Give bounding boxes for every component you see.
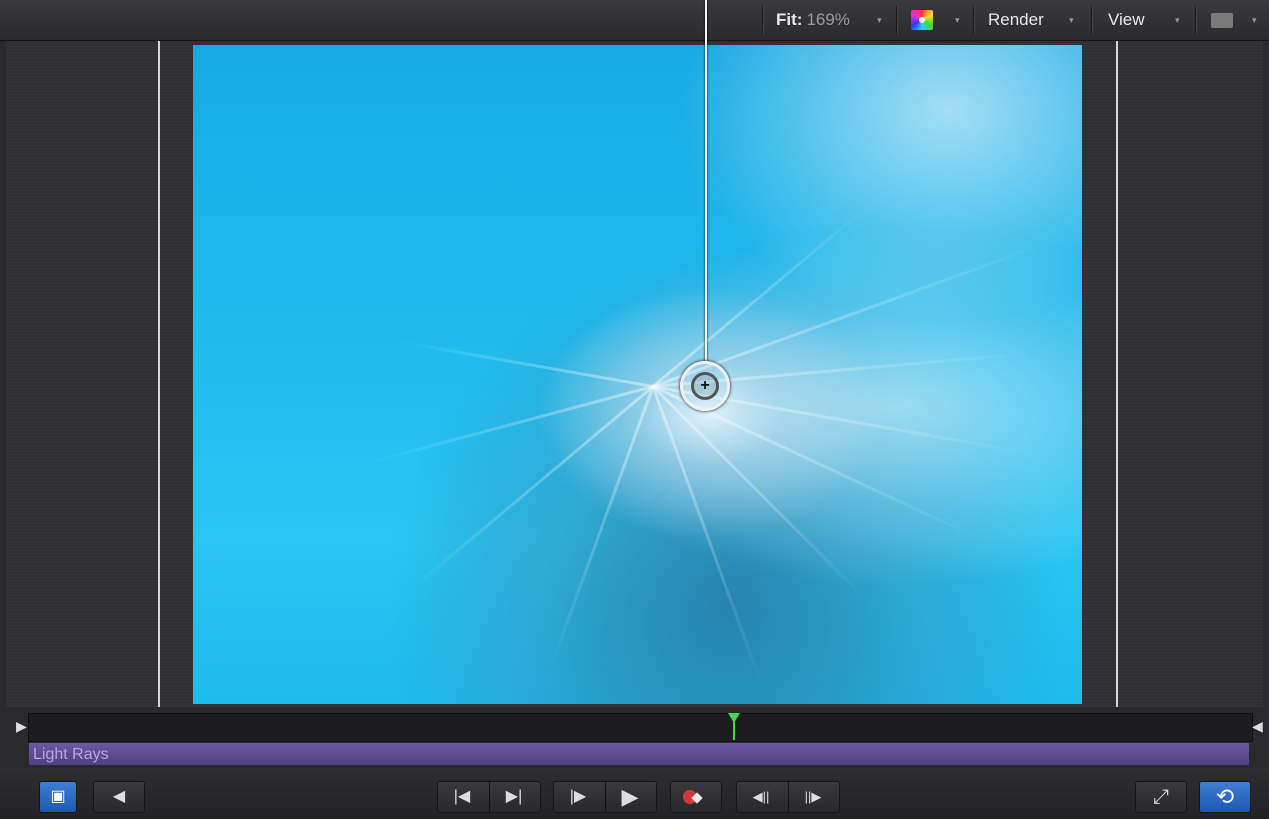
mini-timeline-ruler[interactable] bbox=[28, 713, 1253, 742]
speaker-icon: ◀ bbox=[112, 788, 126, 805]
layout-icon[interactable] bbox=[1211, 13, 1233, 28]
toggle-project-pane-button[interactable]: ▣ bbox=[39, 781, 77, 813]
fullscreen-button[interactable]: ⤢ bbox=[1135, 781, 1187, 813]
center-target-ring: + bbox=[691, 372, 719, 400]
view-dropdown-arrow-icon[interactable]: ▾ bbox=[1175, 0, 1180, 40]
crosshair-icon: + bbox=[700, 377, 710, 394]
color-channels-icon[interactable] bbox=[911, 10, 933, 30]
play-range-in-marker-icon[interactable]: ▶ bbox=[16, 714, 27, 738]
previous-frame-button[interactable]: ◀|| bbox=[737, 782, 785, 812]
play-from-start-button[interactable]: |▶ bbox=[554, 782, 602, 812]
clip-bar-light-rays[interactable]: Light Rays bbox=[28, 742, 1250, 766]
toolbar-divider bbox=[973, 6, 974, 34]
center-onscreen-control[interactable]: + bbox=[680, 361, 730, 411]
onscreen-control-line[interactable] bbox=[705, 0, 707, 362]
playhead-line[interactable] bbox=[733, 720, 735, 740]
pane-toggle-icon: ▣ bbox=[50, 788, 66, 805]
toolbar-divider bbox=[762, 6, 763, 34]
color-dropdown-arrow-icon[interactable]: ▾ bbox=[955, 0, 960, 40]
audio-toggle-button[interactable]: ◀ bbox=[93, 781, 145, 813]
fit-zoom-menu[interactable]: Fit: 169% bbox=[776, 0, 850, 40]
toolbar-divider bbox=[1091, 6, 1092, 34]
next-frame-button[interactable]: ||▶ bbox=[789, 782, 837, 812]
safe-zone-guide-right bbox=[1116, 41, 1118, 707]
loop-playback-button[interactable]: ⟲ bbox=[1199, 781, 1251, 813]
go-to-start-button[interactable]: |◀ bbox=[438, 782, 486, 812]
fit-label: Fit: bbox=[776, 10, 803, 29]
light-ray bbox=[652, 205, 869, 388]
light-ray bbox=[396, 339, 654, 388]
fit-dropdown-arrow-icon[interactable]: ▾ bbox=[877, 0, 882, 40]
render-menu[interactable]: Render bbox=[988, 0, 1044, 40]
go-to-end-button[interactable]: ▶| bbox=[490, 782, 538, 812]
loop-icon: ⟲ bbox=[1215, 784, 1235, 809]
record-button[interactable] bbox=[670, 781, 722, 813]
expand-icon: ⤢ bbox=[1153, 786, 1169, 808]
go-to-start-end-group: |◀ ▶| bbox=[437, 781, 541, 813]
fit-zoom-value: 169% bbox=[806, 10, 850, 29]
view-menu[interactable]: View bbox=[1108, 0, 1145, 40]
viewer-toolbar: Fit: 169% ▾ ▾ Render ▾ View ▾ ▾ bbox=[0, 0, 1269, 41]
play-button[interactable]: ▶ bbox=[606, 782, 654, 812]
toolbar-divider bbox=[896, 6, 897, 34]
frame-step-group: ◀|| ||▶ bbox=[736, 781, 840, 813]
render-dropdown-arrow-icon[interactable]: ▾ bbox=[1069, 0, 1074, 40]
safe-zone-guide-left bbox=[158, 41, 160, 707]
play-range-out-marker-icon[interactable]: ◀ bbox=[1252, 714, 1263, 738]
layout-dropdown-arrow-icon[interactable]: ▾ bbox=[1252, 0, 1257, 40]
canvas-image-light-rays[interactable] bbox=[193, 45, 1082, 704]
light-ray bbox=[362, 385, 654, 466]
toolbar-divider bbox=[1195, 6, 1196, 34]
play-group: |▶ ▶ bbox=[553, 781, 657, 813]
